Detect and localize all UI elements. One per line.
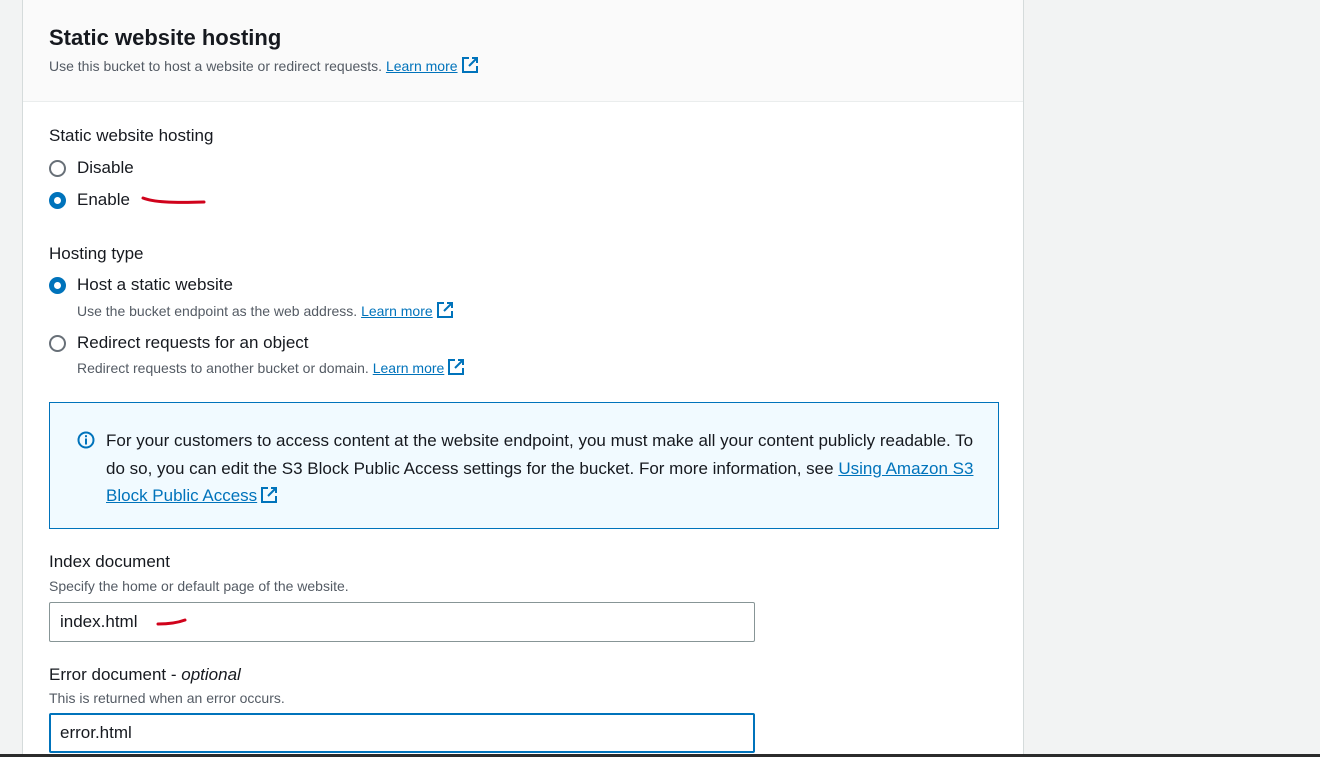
radio-enable-label: Enable	[77, 190, 130, 209]
redirect-learn-more-link[interactable]: Learn more	[373, 359, 466, 376]
radio-redirect[interactable]: Redirect requests for an object	[49, 333, 309, 353]
radio-host-static-control[interactable]	[49, 276, 66, 294]
static-website-hosting-panel: Static website hosting Use this bucket t…	[22, 0, 1024, 757]
panel-header: Static website hosting Use this bucket t…	[23, 0, 1023, 102]
redirect-description: Redirect requests to another bucket or d…	[77, 358, 465, 376]
external-link-icon	[461, 57, 478, 73]
section-title: Static website hosting	[49, 25, 282, 50]
red-underline-annotation	[156, 618, 187, 626]
info-icon	[77, 431, 95, 449]
radio-enable-control[interactable]	[49, 191, 66, 209]
host-static-learn-more-link[interactable]: Learn more	[361, 302, 454, 319]
radio-disable-label: Disable	[77, 158, 134, 177]
error-document-input[interactable]: error.html	[49, 713, 755, 753]
section-description: Use this bucket to host a website or red…	[49, 56, 1023, 76]
error-document-description: This is returned when an error occurs.	[49, 690, 285, 706]
radio-host-static-label: Host a static website	[77, 275, 233, 294]
radio-enable[interactable]: Enable	[49, 190, 130, 210]
radio-disable-control[interactable]	[49, 159, 66, 177]
radio-redirect-control[interactable]	[49, 334, 66, 352]
radio-disable[interactable]: Disable	[49, 158, 134, 178]
hosting-toggle-label: Static website hosting	[49, 126, 214, 145]
external-link-icon	[448, 359, 465, 375]
error-document-label: Error document - optional	[49, 665, 241, 684]
radio-host-static[interactable]: Host a static website	[49, 275, 233, 295]
learn-more-link[interactable]: Learn more	[386, 57, 479, 74]
external-link-icon	[436, 302, 453, 318]
radio-redirect-label: Redirect requests for an object	[77, 333, 309, 352]
info-alert-text: For your customers to access content at …	[106, 431, 974, 505]
red-underline-annotation	[141, 196, 206, 204]
external-link-icon	[261, 487, 278, 503]
hosting-type-label: Hosting type	[49, 244, 144, 263]
info-alert: For your customers to access content at …	[49, 402, 999, 529]
index-document-description: Specify the home or default page of the …	[49, 578, 349, 594]
host-static-description: Use the bucket endpoint as the web addre…	[77, 301, 454, 319]
index-document-label: Index document	[49, 552, 170, 571]
